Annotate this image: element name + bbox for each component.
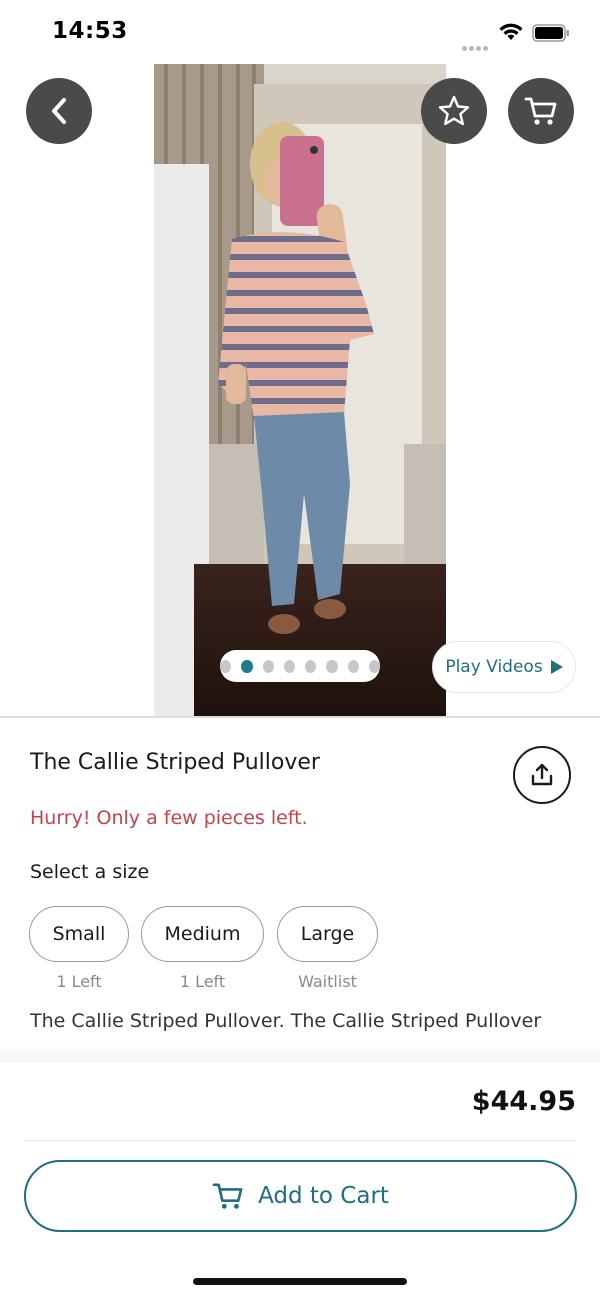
- wifi-icon: [499, 23, 523, 40]
- size-label: Select a size: [30, 861, 150, 883]
- cart-button[interactable]: [508, 78, 574, 144]
- play-icon: [550, 660, 563, 674]
- pager-dot[interactable]: [368, 659, 380, 673]
- cart-icon: [212, 1183, 243, 1209]
- home-indicator[interactable]: [193, 1278, 407, 1285]
- share-button[interactable]: [513, 746, 571, 804]
- product-gallery[interactable]: Play Videos: [0, 64, 600, 716]
- pager-dot[interactable]: [241, 659, 253, 673]
- add-to-cart-label: Add to Cart: [258, 1183, 389, 1209]
- pager-dot[interactable]: [262, 659, 274, 673]
- signal-icon: [462, 36, 490, 51]
- size-stock-medium: 1 Left: [179, 972, 226, 991]
- stock-warning: Hurry! Only a few pieces left.: [30, 807, 308, 829]
- add-to-cart-button[interactable]: Add to Cart: [24, 1160, 577, 1232]
- purchase-footer: $44.95 Add to Cart: [0, 1062, 600, 1299]
- pager-dot[interactable]: [347, 659, 359, 673]
- product-title: The Callie Striped Pullover: [30, 750, 320, 775]
- pager-dot[interactable]: [326, 659, 338, 673]
- favorite-button[interactable]: [421, 78, 487, 144]
- pager-dot[interactable]: [283, 659, 295, 673]
- product-photo[interactable]: [154, 64, 446, 716]
- status-time: 14:53: [52, 18, 128, 44]
- size-stock-small: 1 Left: [56, 972, 102, 991]
- star-icon: [438, 95, 470, 126]
- footer-divider: [24, 1140, 576, 1141]
- pager-dot[interactable]: [305, 659, 317, 673]
- chevron-left-icon: [52, 98, 66, 124]
- pager-dot[interactable]: [220, 659, 232, 673]
- divider: [0, 716, 600, 718]
- size-option-large[interactable]: Large: [277, 906, 378, 962]
- size-option-medium[interactable]: Medium: [141, 906, 264, 962]
- play-videos-button[interactable]: Play Videos: [432, 641, 576, 693]
- gallery-pager[interactable]: [220, 650, 380, 682]
- footer-shadow: [0, 1044, 600, 1064]
- status-bar: 14:53: [0, 0, 600, 64]
- size-stock-large: Waitlist: [298, 972, 357, 991]
- product-description: The Callie Striped Pullover. The Callie …: [30, 1010, 542, 1032]
- battery-icon: [532, 24, 569, 42]
- back-button[interactable]: [26, 78, 92, 144]
- share-icon: [531, 763, 553, 786]
- size-option-small[interactable]: Small: [29, 906, 129, 962]
- product-price: $44.95: [471, 1086, 576, 1117]
- cart-icon: [524, 97, 557, 125]
- play-videos-label: Play Videos: [445, 657, 543, 677]
